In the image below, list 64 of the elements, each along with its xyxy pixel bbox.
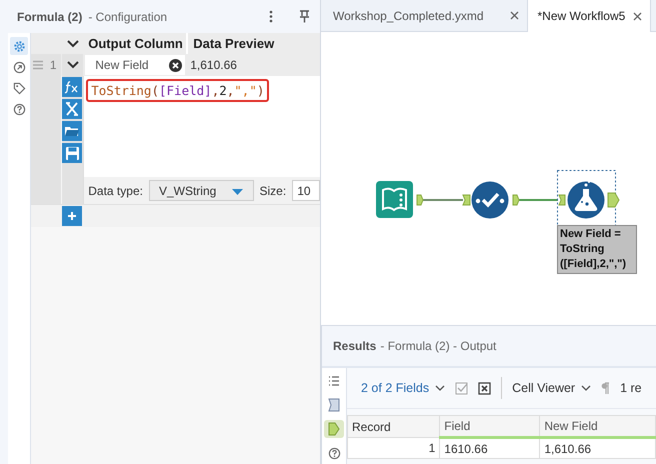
row-number: 1 bbox=[45, 54, 62, 76]
input-anchor-icon[interactable] bbox=[328, 398, 340, 412]
settings-icon[interactable] bbox=[12, 40, 26, 52]
add-field-button[interactable] bbox=[62, 206, 82, 226]
input-anchor-icon[interactable] bbox=[558, 194, 566, 206]
output-column-field[interactable]: New Field bbox=[85, 55, 186, 75]
panel-subtitle: - Formula (2) - Output bbox=[380, 339, 496, 353]
more-options-icon[interactable] bbox=[269, 10, 273, 23]
formula-tool-icon[interactable] bbox=[568, 181, 604, 218]
output-anchor-icon[interactable] bbox=[512, 194, 520, 206]
connection-line bbox=[423, 199, 463, 201]
size-label: Size: bbox=[260, 184, 286, 198]
plus-icon bbox=[67, 211, 78, 221]
select-tool-icon[interactable] bbox=[472, 182, 508, 218]
caret-icon bbox=[232, 188, 243, 194]
close-icon[interactable] bbox=[633, 12, 642, 20]
open-folder-button[interactable] bbox=[62, 121, 82, 141]
pin-icon[interactable] bbox=[299, 10, 310, 23]
save-button[interactable] bbox=[62, 143, 82, 163]
function-button[interactable] bbox=[62, 77, 82, 97]
folder-icon bbox=[64, 124, 80, 138]
data-type-dropdown[interactable]: V_WString bbox=[148, 180, 254, 201]
check-all-icon[interactable] bbox=[455, 382, 468, 394]
field-value: New Field bbox=[95, 58, 149, 72]
variable-button[interactable] bbox=[62, 99, 82, 119]
workflow-tab[interactable]: *New Workflow5 bbox=[528, 0, 652, 32]
data-type-label: Data type: bbox=[88, 184, 143, 198]
panel-subtitle: - Configuration bbox=[88, 10, 168, 24]
table-cell: 1 bbox=[348, 438, 440, 458]
compass-icon[interactable] bbox=[12, 60, 26, 74]
variable-icon bbox=[64, 101, 80, 117]
save-icon bbox=[64, 146, 80, 160]
size-field[interactable]: 10 bbox=[292, 180, 320, 201]
table-cell: 1,610.66 bbox=[540, 438, 656, 458]
column-header[interactable]: Record bbox=[348, 416, 440, 438]
close-icon[interactable] bbox=[510, 11, 519, 20]
help-icon[interactable] bbox=[12, 102, 26, 116]
output-anchor-icon[interactable] bbox=[608, 192, 620, 208]
table-cell: 1610.66 bbox=[440, 438, 540, 458]
connection-line bbox=[519, 199, 558, 201]
list-icon[interactable] bbox=[328, 375, 340, 387]
cell-viewer-dropdown[interactable]: Cell Viewer bbox=[512, 381, 592, 395]
column-header: Data Preview bbox=[192, 35, 274, 53]
chevron-down-icon bbox=[581, 385, 592, 391]
clear-icon[interactable] bbox=[169, 58, 182, 72]
expression-editor[interactable]: ToString([Field],2,",") bbox=[86, 79, 270, 102]
output-anchor-icon[interactable] bbox=[416, 194, 424, 206]
column-header[interactable]: New Field bbox=[540, 416, 656, 438]
data-preview-value: 1,610.66 bbox=[189, 57, 237, 74]
column-header[interactable]: Field bbox=[440, 416, 540, 438]
record-count: 1 re bbox=[620, 381, 642, 395]
panel-title: Formula (2) bbox=[17, 10, 82, 24]
uncheck-all-icon[interactable] bbox=[478, 382, 492, 394]
chevron-down-icon[interactable] bbox=[66, 61, 79, 69]
input-data-tool-icon[interactable] bbox=[376, 181, 413, 218]
panel-title: Results bbox=[333, 339, 376, 353]
chevron-down-icon bbox=[435, 385, 446, 391]
tool-annotation: New Field = ToString ([Field],2,",") bbox=[557, 225, 637, 274]
drag-handle-icon[interactable] bbox=[33, 60, 44, 70]
help-icon[interactable] bbox=[328, 446, 340, 460]
tag-icon[interactable] bbox=[12, 82, 26, 94]
fields-dropdown[interactable]: 2 of 2 Fields bbox=[361, 381, 446, 395]
function-icon bbox=[64, 80, 80, 94]
collapse-all-icon[interactable] bbox=[66, 40, 79, 48]
